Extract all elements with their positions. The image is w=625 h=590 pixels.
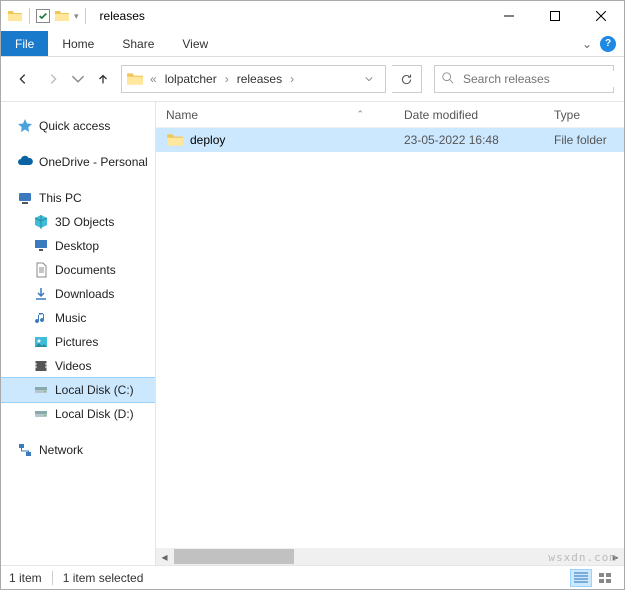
file-date: 23-05-2022 16:48 <box>404 133 554 147</box>
tab-view[interactable]: View <box>168 31 222 56</box>
tree-item[interactable]: Music <box>1 306 155 330</box>
star-icon <box>17 118 33 134</box>
chevron-right-icon[interactable]: › <box>223 72 231 86</box>
desktop-icon <box>33 238 49 254</box>
folder-icon <box>126 70 144 88</box>
status-count: 1 item <box>9 571 42 585</box>
scroll-left-icon[interactable]: ◂ <box>156 548 173 565</box>
cube-icon <box>33 214 49 230</box>
tree-item[interactable]: Local Disk (C:) <box>1 378 155 402</box>
ribbon-collapse-icon[interactable]: ⌄ <box>582 37 592 51</box>
table-row[interactable]: deploy23-05-2022 16:48File folder <box>156 128 624 152</box>
tree-item[interactable]: Videos <box>1 354 155 378</box>
cloud-icon <box>17 154 33 170</box>
chevron-right-icon[interactable]: › <box>288 72 296 86</box>
tree-this-pc[interactable]: This PC <box>1 186 155 210</box>
status-bar: 1 item 1 item selected <box>1 565 624 589</box>
search-icon <box>441 71 455 88</box>
file-type: File folder <box>554 133 624 147</box>
search-box[interactable] <box>434 65 614 93</box>
video-icon <box>33 358 49 374</box>
view-large-button[interactable] <box>594 569 616 587</box>
title-bar: ▾ releases <box>1 1 624 31</box>
checkbox-icon[interactable] <box>36 9 50 23</box>
download-icon <box>33 286 49 302</box>
window-title: releases <box>100 9 145 23</box>
qat-dropdown-icon[interactable]: ▾ <box>74 11 79 22</box>
breadcrumb[interactable]: releases <box>235 72 284 86</box>
forward-button[interactable] <box>41 67 65 91</box>
column-type[interactable]: Type <box>554 108 624 122</box>
column-headers: Name ⌃ Date modified Type <box>156 102 624 128</box>
address-dropdown-icon[interactable] <box>357 66 381 92</box>
refresh-button[interactable] <box>392 65 422 93</box>
pc-icon <box>17 190 33 206</box>
tab-home[interactable]: Home <box>48 31 108 56</box>
tree-item[interactable]: 3D Objects <box>1 210 155 234</box>
sort-indicator-icon: ⌃ <box>356 109 364 120</box>
minimize-button[interactable] <box>486 1 532 31</box>
ribbon-tabs: File Home Share View ⌄ ? <box>1 31 624 57</box>
tree-quick-access[interactable]: Quick access <box>1 114 155 138</box>
folder-icon <box>54 8 70 24</box>
tree-network[interactable]: Network <box>1 438 155 462</box>
file-list[interactable]: deploy23-05-2022 16:48File folder <box>156 128 624 548</box>
disk-icon <box>33 406 49 422</box>
doc-icon <box>33 262 49 278</box>
tree-item[interactable]: Desktop <box>1 234 155 258</box>
tab-share[interactable]: Share <box>108 31 168 56</box>
search-input[interactable] <box>461 71 620 87</box>
tree-item[interactable]: Documents <box>1 258 155 282</box>
navigation-tree: Quick access OneDrive - Personal This PC… <box>1 102 156 565</box>
watermark: wsxdn.com <box>548 551 617 564</box>
maximize-button[interactable] <box>532 1 578 31</box>
disk-icon <box>33 382 49 398</box>
tree-item[interactable]: Local Disk (D:) <box>1 402 155 426</box>
folder-icon <box>7 8 23 24</box>
back-button[interactable] <box>11 67 35 91</box>
folder-icon <box>166 131 184 149</box>
close-button[interactable] <box>578 1 624 31</box>
help-icon[interactable]: ? <box>600 36 616 52</box>
picture-icon <box>33 334 49 350</box>
status-selected: 1 item selected <box>63 571 144 585</box>
recent-dropdown-icon[interactable] <box>71 67 85 91</box>
up-button[interactable] <box>91 67 115 91</box>
column-date[interactable]: Date modified <box>404 108 554 122</box>
scroll-thumb[interactable] <box>174 549 294 564</box>
music-icon <box>33 310 49 326</box>
tree-item[interactable]: Pictures <box>1 330 155 354</box>
view-details-button[interactable] <box>570 569 592 587</box>
tree-onedrive[interactable]: OneDrive - Personal <box>1 150 155 174</box>
breadcrumb[interactable]: lolpatcher <box>163 72 219 86</box>
column-name[interactable]: Name ⌃ <box>166 108 404 122</box>
address-bar[interactable]: « lolpatcher › releases › <box>121 65 386 93</box>
tree-item[interactable]: Downloads <box>1 282 155 306</box>
network-icon <box>17 442 33 458</box>
crumb-prefix: « <box>148 72 159 86</box>
file-tab[interactable]: File <box>1 31 48 56</box>
file-name: deploy <box>190 133 404 147</box>
